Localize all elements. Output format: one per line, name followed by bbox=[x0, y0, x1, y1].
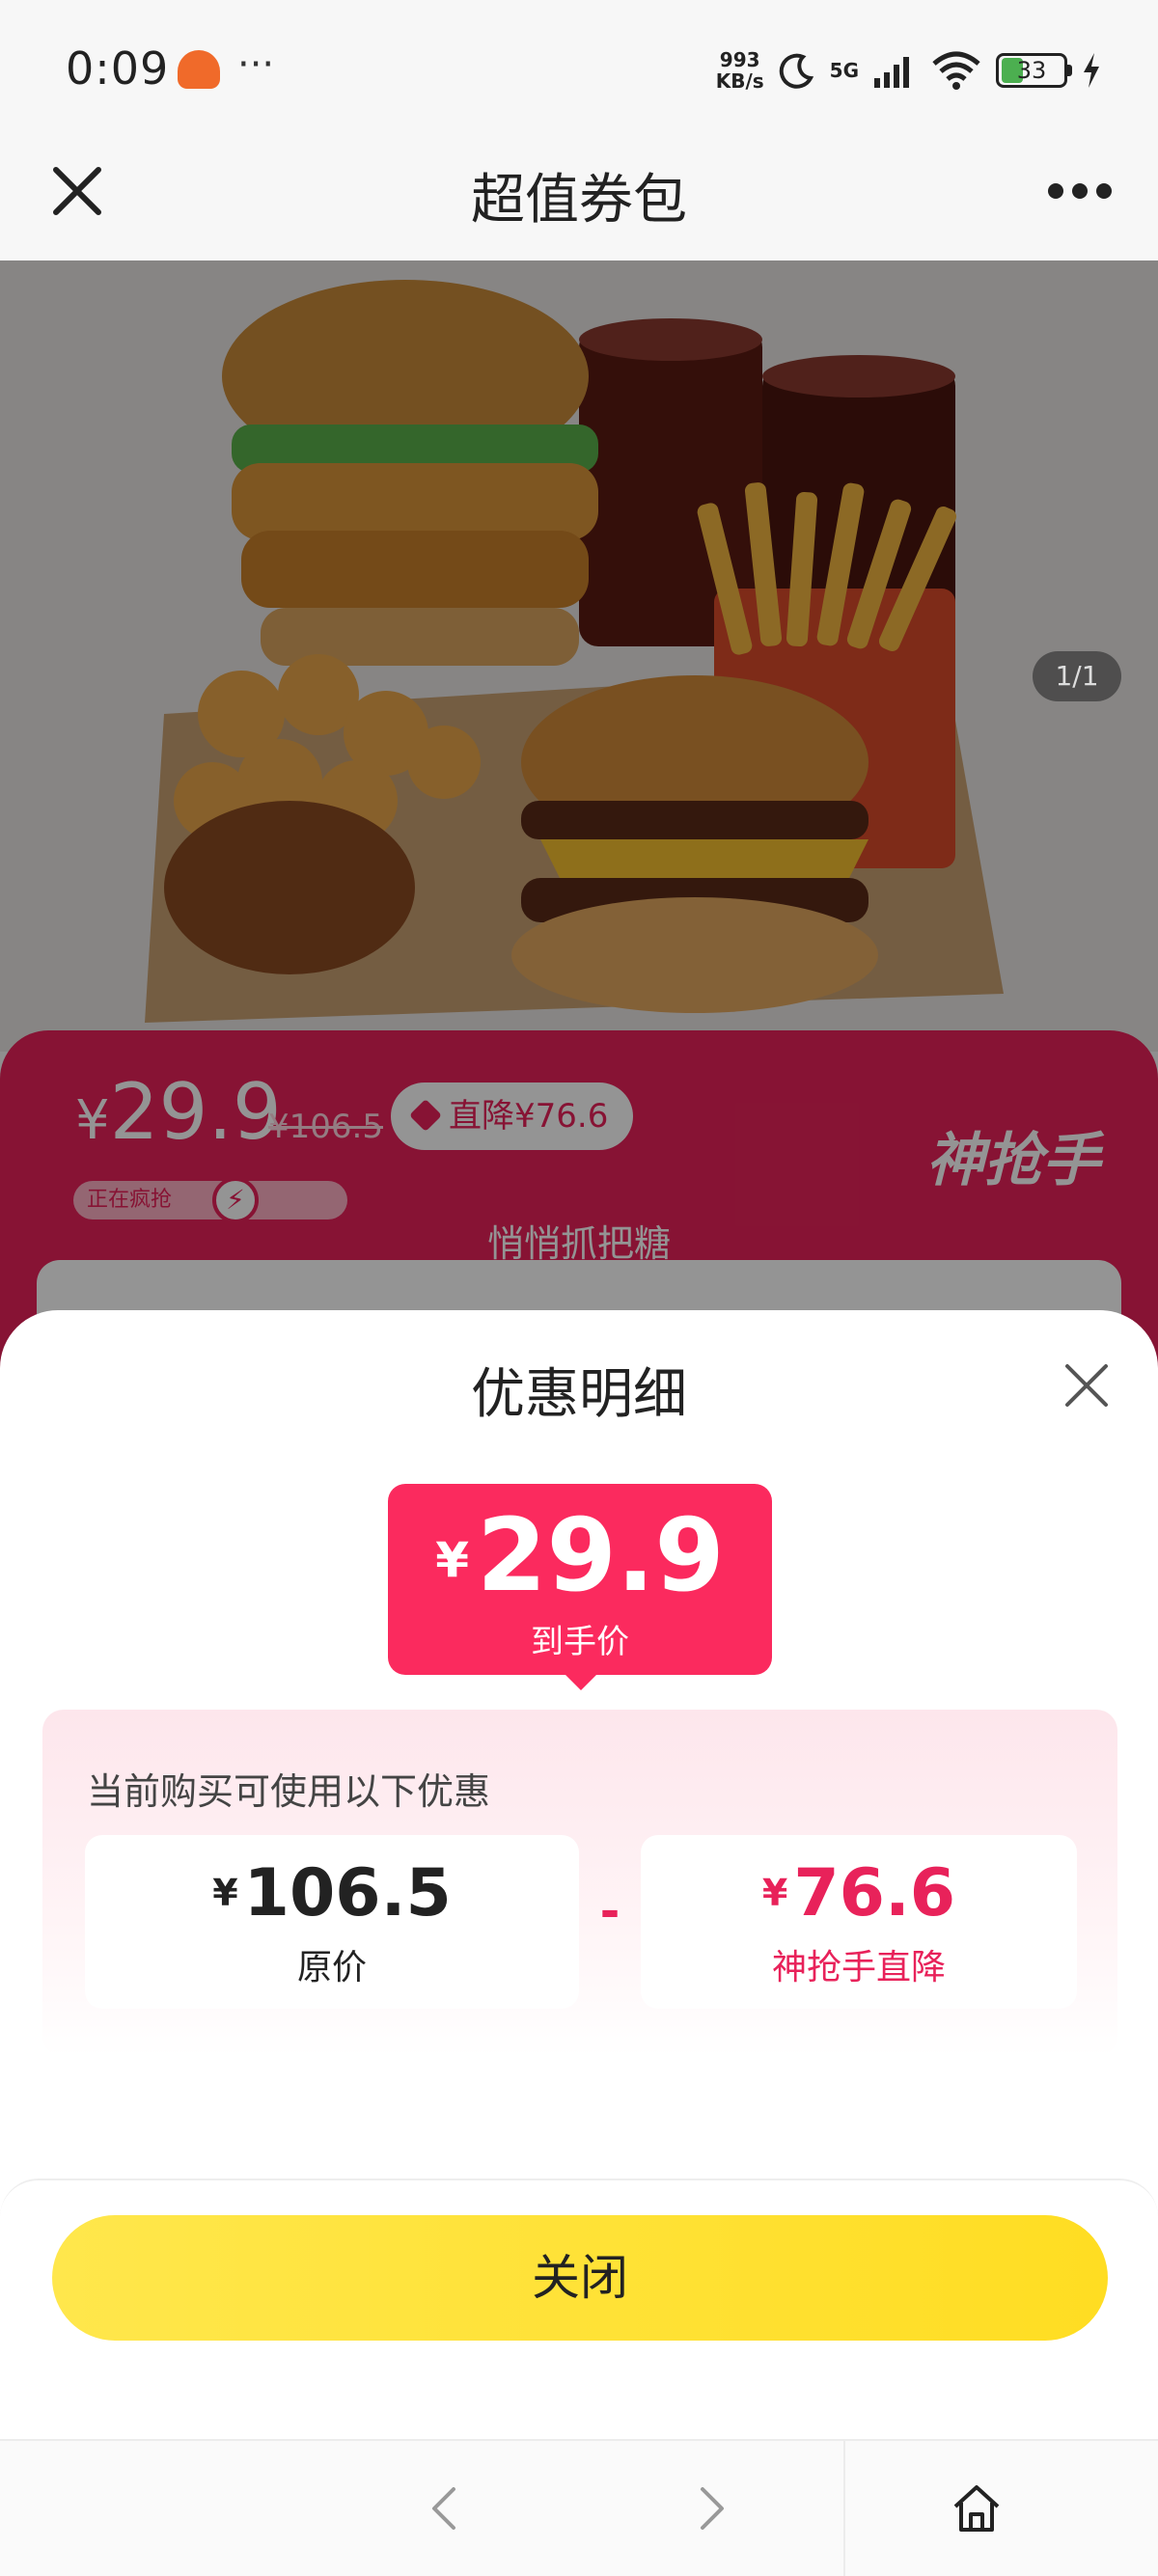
charging-icon bbox=[1084, 53, 1099, 88]
original-price-card: ¥106.5 原价 bbox=[85, 1835, 579, 2009]
browser-bottom-nav bbox=[0, 2439, 1158, 2576]
signal-icon bbox=[874, 57, 909, 88]
moon-icon bbox=[779, 53, 813, 89]
battery-level: 33 bbox=[1016, 57, 1047, 84]
nav-bar: 超值券包 bbox=[0, 135, 1158, 260]
close-icon[interactable] bbox=[1062, 1360, 1112, 1411]
image-counter: 1/1 bbox=[1033, 651, 1121, 701]
network-type: 5G bbox=[829, 59, 859, 82]
minus-operator: - bbox=[599, 1883, 620, 1939]
wifi-icon bbox=[932, 51, 980, 90]
home-icon[interactable] bbox=[948, 2480, 1006, 2537]
page-title: 超值券包 bbox=[471, 169, 687, 232]
discount-detail-sheet: 优惠明细 ¥29.9 到手价 当前购买可使用以下优惠 ¥106.5 原价 - ¥… bbox=[0, 1310, 1158, 2441]
back-arrow-icon[interactable] bbox=[417, 2480, 475, 2537]
discount-panel: 当前购买可使用以下优惠 ¥106.5 原价 - ¥76.6 神抢手直降 bbox=[42, 1710, 1117, 2057]
speed-unit: KB/s bbox=[715, 69, 764, 93]
sheet-title: 优惠明细 bbox=[471, 1363, 687, 1426]
status-indicators: 993 KB/s 5G 33 bbox=[716, 46, 1102, 95]
status-time: 0:09 bbox=[66, 42, 170, 95]
speed-value: 993 bbox=[719, 48, 760, 71]
discount-label: 神抢手直降 bbox=[771, 1948, 946, 1987]
original-price-amount: ¥106.5 bbox=[212, 1855, 452, 1932]
close-button[interactable]: 关闭 bbox=[52, 2215, 1108, 2341]
status-more-indicator: ··· bbox=[237, 42, 275, 87]
discount-caption: 当前购买可使用以下优惠 bbox=[87, 1770, 491, 1813]
network-speed: 993 KB/s bbox=[716, 49, 764, 92]
discount-card: ¥76.6 神抢手直降 bbox=[641, 1835, 1077, 2009]
modal-overlay[interactable] bbox=[0, 260, 1158, 1418]
battery-icon: 33 bbox=[996, 53, 1072, 88]
original-price-label: 原价 bbox=[296, 1948, 367, 1987]
forward-arrow-icon[interactable] bbox=[681, 2480, 739, 2537]
final-price-label: 到手价 bbox=[531, 1623, 629, 1661]
sheet-footer: 关闭 bbox=[0, 2179, 1158, 2441]
app-notification-icon bbox=[178, 50, 220, 89]
status-bar: 0:09 ··· 993 KB/s 5G 33 bbox=[0, 0, 1158, 135]
final-price: ¥29.9 bbox=[435, 1496, 725, 1614]
nav-divider bbox=[843, 2441, 845, 2576]
final-price-box: ¥29.9 到手价 bbox=[388, 1484, 772, 1690]
more-icon[interactable] bbox=[1046, 170, 1114, 212]
discount-amount: ¥76.6 bbox=[761, 1855, 956, 1932]
